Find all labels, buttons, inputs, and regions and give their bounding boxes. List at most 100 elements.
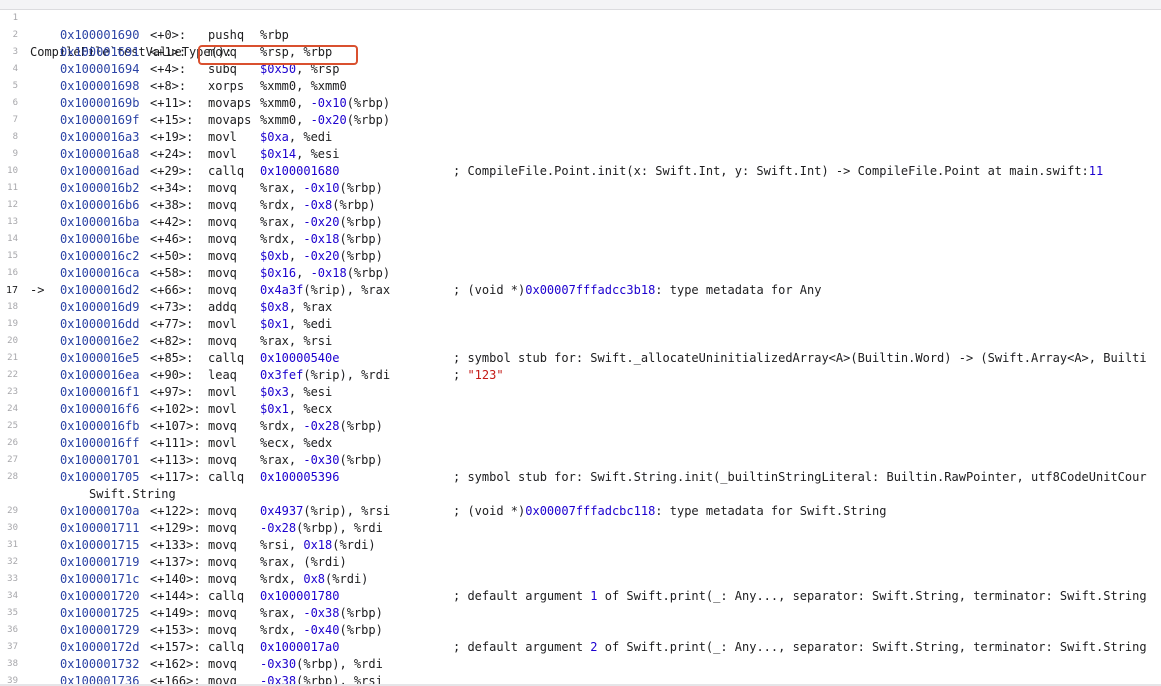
line-number: 20 — [7, 336, 18, 346]
operands: %rsi, 0x18(%rdi) — [260, 537, 376, 554]
opcode: movq — [208, 198, 237, 212]
operands-token: (%rbp) — [339, 606, 383, 620]
instruction-address: 0x100001694 — [60, 62, 140, 76]
comment-token: ; symbol stub for: Swift.String.init(_bu… — [453, 470, 1147, 484]
opcode: addq — [208, 300, 237, 314]
instruction-offset: <+11>: — [150, 96, 194, 110]
asm-row: Swift.String — [0, 486, 1161, 503]
operands-token: 0x18 — [303, 538, 333, 552]
instruction-address: 0x1000016be — [60, 232, 140, 246]
disassembly-editor[interactable]: 1 CompileFile`testValueType(): 2 0x100001… — [0, 10, 1161, 686]
operands: 0x100001780 — [260, 588, 339, 605]
line-number: 8 — [12, 132, 18, 142]
opcode: movaps — [208, 96, 252, 110]
opcode: movq — [208, 181, 237, 195]
instruction-address: 0x100001732 — [60, 657, 140, 671]
instruction-address: 0x1000016a8 — [60, 147, 140, 161]
instruction-address: 0x100001720 — [60, 589, 140, 603]
operands-token: %rdx, — [260, 623, 304, 637]
operands: $0x50, %rsp — [260, 61, 339, 78]
operands: %xmm0, %xmm0 — [260, 78, 347, 95]
line-number: 17 — [5, 285, 18, 296]
line-number: 22 — [7, 370, 18, 380]
instruction-offset: <+157>: — [150, 640, 201, 654]
opcode: movq — [208, 283, 237, 297]
instruction-address: 0x1000016b2 — [60, 181, 140, 195]
opcode: movl — [208, 436, 237, 450]
operands: 0x3fef(%rip), %rdi — [260, 367, 390, 384]
operands: %rbp — [260, 27, 289, 44]
instruction-offset: <+4>: — [150, 62, 187, 76]
operands-token: 0x8 — [303, 572, 326, 586]
line-number: 33 — [7, 574, 18, 584]
instruction-offset: <+102>: — [150, 402, 201, 416]
operands-token: , %ecx — [288, 402, 333, 416]
comment-token: ; CompileFile.Point.init(x: Swift.Int, y… — [453, 164, 1089, 178]
asm-row: 3 0x100001691 <+1>: movq %rsp, %rbp — [0, 44, 1161, 61]
operands: %rdx, -0x8(%rbp) — [260, 197, 376, 214]
opcode: movq — [208, 419, 237, 433]
instruction-offset: <+34>: — [150, 181, 194, 195]
operands-token: %ecx, %edx — [260, 436, 333, 450]
comment-token: ; symbol stub for: Swift._allocateUninit… — [453, 351, 1147, 365]
line-number: 4 — [12, 64, 18, 74]
operands-token: (%rbp), %rdi — [296, 521, 383, 535]
instruction-address: 0x100001711 — [60, 521, 140, 535]
line-number: 36 — [7, 625, 18, 635]
instruction-offset: <+153>: — [150, 623, 201, 637]
asm-row: 16 0x1000016ca <+58>: movq $0x16, -0x18(%rbp… — [0, 265, 1161, 282]
line-number: 19 — [7, 319, 18, 329]
operands-token: %rdx, — [260, 572, 304, 586]
opcode: callq — [208, 351, 245, 365]
comment: ; default argument 2 of Swift.print(_: A… — [453, 639, 1147, 656]
asm-row: 15 0x1000016c2 <+50>: movq $0xb, -0x20(%rbp) — [0, 248, 1161, 265]
line-number: 2 — [12, 30, 18, 40]
asm-row: 23 0x1000016f1 <+97>: movl $0x3, %esi — [0, 384, 1161, 401]
opcode: movl — [208, 402, 237, 416]
line-number: 18 — [7, 302, 18, 312]
opcode: movq — [208, 572, 237, 586]
asm-row: 5 0x100001698 <+8>: xorps %xmm0, %xmm0 — [0, 78, 1161, 95]
comment-token: ; default argument — [453, 589, 591, 603]
asm-row: 10 0x1000016ad <+29>: callq 0x100001680 ; Com… — [0, 163, 1161, 180]
operands-token: (%rbp) — [339, 232, 383, 246]
operands-token: -0x28 — [260, 521, 297, 535]
operands-token: $0x16 — [260, 266, 297, 280]
line-number: 31 — [7, 540, 18, 550]
asm-row: 31 0x100001715 <+133>: movq %rsi, 0x18(%rdi) — [0, 537, 1161, 554]
opcode: callq — [208, 640, 245, 654]
line-number: 23 — [7, 387, 18, 397]
operands-token: 0x100001780 — [260, 589, 340, 603]
operands: 0x100005396 — [260, 469, 339, 486]
comment-token: 2 — [590, 640, 598, 654]
comment: ; (void *)0x00007fffadcbc118: type metad… — [453, 503, 886, 520]
line-number: 29 — [7, 506, 18, 516]
editor-breadcrumb-bar — [0, 0, 1161, 10]
operands-token: %rsp, %rbp — [260, 45, 333, 59]
instruction-address: 0x1000016ff — [60, 436, 140, 450]
instruction-offset: <+58>: — [150, 266, 194, 280]
asm-row: 11 0x1000016b2 <+34>: movq %rax, -0x10(%rbp) — [0, 180, 1161, 197]
operands: -0x28(%rbp), %rdi — [260, 520, 383, 537]
line-number: 26 — [7, 438, 18, 448]
opcode: movq — [208, 555, 237, 569]
line-number: 25 — [7, 421, 18, 431]
asm-row: 18 0x1000016d9 <+73>: addq $0x8, %rax — [0, 299, 1161, 316]
comment: ; "123" — [453, 367, 504, 384]
instruction-address: 0x1000016c2 — [60, 249, 140, 263]
operands-token: $0xb — [260, 249, 289, 263]
operands: %rdx, -0x18(%rbp) — [260, 231, 383, 248]
instruction-address: 0x100001705 — [60, 470, 140, 484]
instruction-address: 0x1000016ba — [60, 215, 140, 229]
operands: 0x100001680 — [260, 163, 339, 180]
instruction-address: 0x100001690 — [60, 28, 140, 42]
instruction-offset: <+24>: — [150, 147, 194, 161]
operands: $0xb, -0x20(%rbp) — [260, 248, 383, 265]
operands-token: %rax, %rsi — [260, 334, 333, 348]
operands-token: , %esi — [288, 385, 333, 399]
operands: $0x14, %esi — [260, 146, 339, 163]
line-number: 37 — [7, 642, 18, 652]
line-number: 5 — [12, 81, 18, 91]
operands: %rsp, %rbp — [260, 44, 332, 61]
operands-token: (%rbp) — [346, 266, 391, 280]
